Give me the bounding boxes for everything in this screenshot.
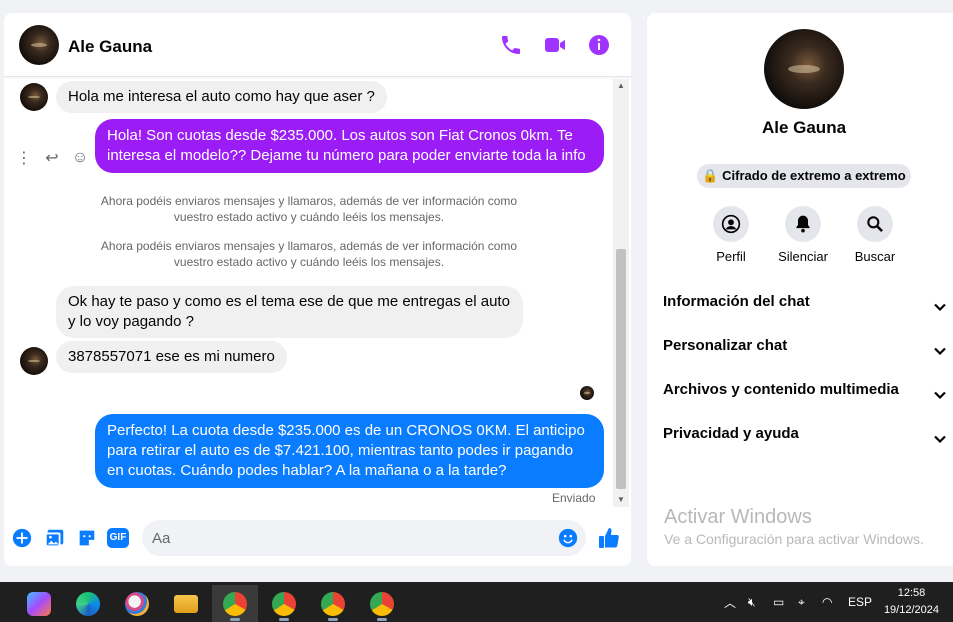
message-outgoing[interactable]: Perfecto! La cuota desde $235.000 es de … <box>95 414 604 488</box>
chrome-profile-v-icon[interactable] <box>310 585 356 622</box>
section-label: Privacidad y ayuda <box>663 425 799 442</box>
battery-icon[interactable]: ▭ <box>773 582 784 622</box>
copilot-icon[interactable] <box>16 585 62 622</box>
video-call-icon[interactable] <box>543 33 567 57</box>
chevron-down-icon <box>933 295 947 312</box>
profile-icon[interactable] <box>713 206 749 242</box>
scroll-up-arrow-icon[interactable]: ▲ <box>613 79 629 93</box>
taskbar: ︿ 🔇︎ ▭ ⌖ ◠ ESP 12:58 19/12/2024 <box>0 582 953 622</box>
lock-icon: 🔒 <box>702 168 719 183</box>
chevron-down-icon <box>933 427 947 444</box>
photo-icon[interactable] <box>44 527 66 549</box>
section-media-files[interactable]: Archivos y contenido multimedia <box>663 375 947 405</box>
chat-header: Ale Gauna <box>4 13 631 77</box>
gif-button[interactable]: GIF <box>107 528 129 548</box>
section-label: Archivos y contenido multimedia <box>663 381 899 398</box>
section-label: Información del chat <box>663 293 810 310</box>
contact-name[interactable]: Ale Gauna <box>68 37 152 57</box>
message-incoming[interactable]: 3878557071 ese es mi numero <box>56 341 287 373</box>
message-actions: ⋮ ↩ ☺ <box>14 148 94 172</box>
message-incoming[interactable]: Hola me interesa el auto como hay que as… <box>56 81 387 113</box>
language-indicator[interactable]: ESP <box>848 582 872 622</box>
edge-icon[interactable] <box>65 585 111 622</box>
chevron-down-icon <box>933 339 947 356</box>
section-chat-info[interactable]: Información del chat <box>663 287 947 317</box>
profile-label: Perfil <box>716 249 746 264</box>
search-label: Buscar <box>854 249 896 264</box>
mute-label: Silenciar <box>778 249 828 264</box>
seen-indicator-avatar <box>580 386 594 400</box>
message-scrollbar[interactable]: ▲ ▼ <box>613 79 629 507</box>
chrome-profile-icon[interactable] <box>261 585 307 622</box>
scroll-thumb[interactable] <box>616 249 626 489</box>
more-options-icon[interactable]: ⋮ <box>14 148 34 168</box>
search-icon[interactable] <box>857 206 893 242</box>
message-avatar <box>20 83 48 111</box>
emoji-icon[interactable] <box>557 527 579 549</box>
profile-avatar[interactable] <box>764 29 844 109</box>
file-explorer-icon[interactable] <box>163 585 209 622</box>
section-customize-chat[interactable]: Personalizar chat <box>663 331 947 361</box>
message-incoming[interactable]: Ok hay te paso y como es el tema ese de … <box>56 286 523 338</box>
clock-date: 19/12/2024 <box>883 604 939 616</box>
chat-panel: Ale Gauna Hola me interesa el auto como … <box>4 13 631 566</box>
message-input[interactable] <box>142 520 586 556</box>
activate-windows-title: Activar Windows <box>664 506 812 528</box>
chrome-icon[interactable] <box>212 585 258 622</box>
message-avatar <box>20 347 48 375</box>
sticker-icon[interactable] <box>76 527 98 549</box>
location-icon[interactable]: ⌖ <box>798 582 805 622</box>
composer: GIF <box>4 518 631 558</box>
paint-icon[interactable] <box>114 585 160 622</box>
encryption-badge[interactable]: 🔒 Cifrado de extremo a extremo <box>697 164 911 188</box>
section-privacy-help[interactable]: Privacidad y ayuda <box>663 419 947 449</box>
activate-windows-subtitle: Ve a Configuración para activar Windows. <box>664 531 924 547</box>
profile-button[interactable]: Perfil <box>699 206 763 264</box>
volume-muted-icon[interactable]: 🔇︎ <box>748 582 756 622</box>
react-emoji-icon[interactable]: ☺ <box>70 148 90 168</box>
info-icon[interactable] <box>587 33 611 57</box>
section-label: Personalizar chat <box>663 337 788 354</box>
message-list: Hola me interesa el auto como hay que as… <box>4 78 614 508</box>
encryption-label: Cifrado de extremo a extremo <box>722 168 906 183</box>
chevron-up-icon[interactable]: ︿ <box>724 582 736 622</box>
message-outgoing[interactable]: Hola! Son cuotas desde $235.000. Los aut… <box>95 119 604 173</box>
system-notice: Ahora podéis enviaros mensajes y llamaro… <box>100 194 518 224</box>
like-icon[interactable] <box>597 526 621 550</box>
wifi-icon[interactable]: ◠ <box>822 582 832 622</box>
search-button[interactable]: Buscar <box>843 206 907 264</box>
chrome-profile-t-icon[interactable] <box>359 585 405 622</box>
sent-status: Enviado <box>552 491 596 505</box>
reply-icon[interactable]: ↩ <box>42 148 62 168</box>
conversation-info-panel: Ale Gauna 🔒 Cifrado de extremo a extremo… <box>647 13 953 566</box>
clock-time: 12:58 <box>897 587 926 599</box>
scroll-down-arrow-icon[interactable]: ▼ <box>613 493 629 507</box>
profile-name: Ale Gauna <box>761 118 847 137</box>
mute-button[interactable]: Silenciar <box>771 206 835 264</box>
system-notice: Ahora podéis enviaros mensajes y llamaro… <box>100 239 518 269</box>
phone-call-icon[interactable] <box>499 33 523 57</box>
system-clock[interactable]: 12:58 19/12/2024 <box>884 585 939 619</box>
chevron-down-icon <box>933 383 947 400</box>
bell-icon[interactable] <box>785 206 821 242</box>
contact-avatar[interactable] <box>19 25 59 65</box>
add-icon[interactable] <box>11 527 33 549</box>
